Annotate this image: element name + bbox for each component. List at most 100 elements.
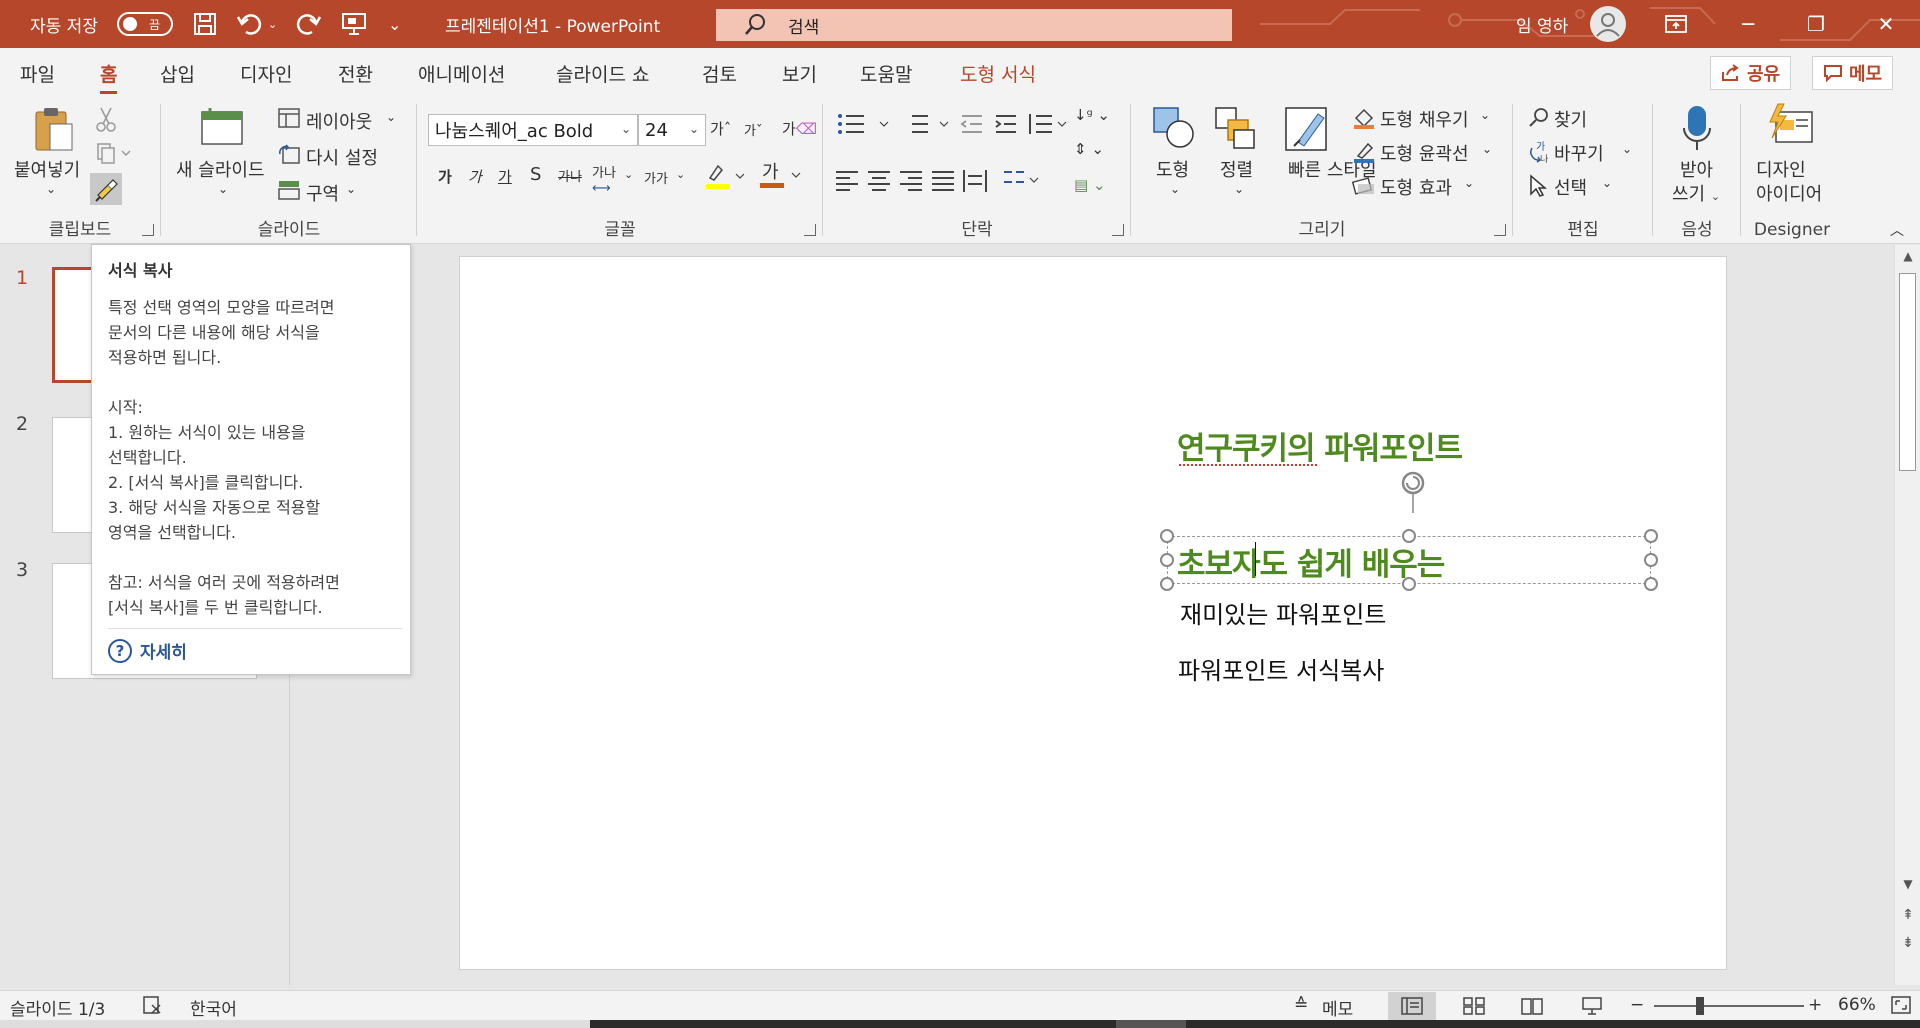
- normal-view-icon[interactable]: [1388, 992, 1436, 1020]
- shape-fill-dropdown-icon[interactable]: ⌄: [1480, 108, 1490, 122]
- drawing-launcher-icon[interactable]: [1494, 224, 1506, 236]
- ribbon-display-options-icon[interactable]: [1642, 0, 1710, 48]
- redo-icon[interactable]: [296, 0, 322, 48]
- previous-slide-icon[interactable]: ⇞: [1895, 907, 1920, 923]
- tab-transitions[interactable]: 전환: [338, 60, 373, 88]
- next-slide-icon[interactable]: ⇟: [1895, 935, 1920, 951]
- replace-label[interactable]: 바꾸기: [1554, 140, 1604, 166]
- arrange-icon[interactable]: [1214, 106, 1258, 154]
- presentation-icon[interactable]: [340, 0, 368, 48]
- new-slide-label[interactable]: 새 슬라이드: [176, 156, 265, 182]
- user-name[interactable]: 임 영하: [1516, 0, 1568, 48]
- dictate-label-1[interactable]: 받아: [1680, 156, 1713, 182]
- arrange-dropdown-icon[interactable]: ⌄: [1234, 182, 1244, 196]
- resize-handle[interactable]: [1160, 577, 1174, 591]
- slideshow-view-icon[interactable]: [1568, 992, 1616, 1020]
- avatar[interactable]: [1590, 0, 1626, 48]
- find-label[interactable]: 찾기: [1554, 106, 1587, 132]
- select-dropdown-icon[interactable]: ⌄: [1602, 176, 1612, 190]
- replace-icon[interactable]: 가나: [1528, 140, 1552, 168]
- accessibility-icon[interactable]: [142, 995, 164, 1020]
- minimize-icon[interactable]: ─: [1714, 0, 1782, 48]
- vertical-scrollbar[interactable]: ▲ ▼ ⇞ ⇟: [1894, 245, 1920, 985]
- zoom-in-icon[interactable]: +: [1808, 995, 1822, 1015]
- font-color-icon[interactable]: 가: [758, 160, 802, 194]
- paste-dropdown-icon[interactable]: ⌄: [46, 182, 56, 196]
- paste-label[interactable]: 붙여넣기: [14, 156, 80, 182]
- select-icon[interactable]: [1528, 174, 1548, 202]
- font-launcher-icon[interactable]: [804, 224, 816, 236]
- tab-home[interactable]: 홈: [100, 60, 118, 94]
- tab-animations[interactable]: 애니메이션: [418, 60, 505, 88]
- reset-icon[interactable]: [278, 144, 300, 168]
- paragraph-launcher-icon[interactable]: [1112, 224, 1124, 236]
- cut-icon[interactable]: [96, 106, 116, 136]
- zoom-slider-track[interactable]: [1654, 1005, 1804, 1007]
- format-painter-icon[interactable]: [90, 173, 122, 205]
- layout-label[interactable]: 레이아웃: [306, 108, 372, 134]
- slide-canvas[interactable]: 연구쿠키의 파워포인트 초보자도 쉽게 배우는 재미있는 파워포인트 파워포인트…: [459, 256, 1727, 970]
- reset-label[interactable]: 다시 설정: [306, 144, 378, 170]
- slide-body-line-1[interactable]: 재미있는 파워포인트: [1180, 595, 1386, 630]
- new-slide-dropdown-icon[interactable]: ⌄: [218, 182, 228, 196]
- smartart-icon[interactable]: ▤ ⌄: [1074, 176, 1106, 194]
- char-spacing-icon[interactable]: 가나 ⟷: [592, 162, 616, 196]
- dictate-icon[interactable]: [1682, 104, 1712, 156]
- select-label[interactable]: 선택: [1554, 174, 1587, 200]
- arrange-label[interactable]: 정렬: [1220, 156, 1253, 182]
- shape-outline-label[interactable]: 도형 윤곽선: [1380, 140, 1469, 166]
- font-name-combo[interactable]: 나눔스퀘어_ac Bold ⌄: [428, 114, 638, 146]
- close-icon[interactable]: ✕: [1852, 0, 1920, 48]
- customize-toolbar-icon[interactable]: ⌄: [388, 0, 401, 48]
- shape-outline-icon[interactable]: [1352, 140, 1376, 168]
- section-label[interactable]: 구역: [306, 180, 339, 206]
- tab-shape-format[interactable]: 도형 서식: [960, 60, 1036, 88]
- shape-fill-label[interactable]: 도형 채우기: [1380, 106, 1469, 132]
- clipboard-launcher-icon[interactable]: [142, 224, 154, 236]
- highlight-color-icon[interactable]: [704, 162, 745, 194]
- shapes-icon[interactable]: [1152, 106, 1196, 154]
- scroll-up-icon[interactable]: ▲: [1895, 249, 1920, 263]
- resize-handle[interactable]: [1644, 529, 1658, 543]
- paste-icon[interactable]: [32, 106, 74, 158]
- shadow-icon[interactable]: S: [530, 164, 541, 185]
- slide-subtitle-text[interactable]: 초보자도 쉽게 배우는: [1177, 539, 1445, 584]
- scroll-thumb[interactable]: [1899, 273, 1916, 471]
- tab-slideshow[interactable]: 슬라이드 쇼: [556, 60, 649, 88]
- shape-fill-icon[interactable]: [1352, 106, 1376, 134]
- search-box[interactable]: 검색: [716, 9, 1232, 41]
- language-indicator[interactable]: 한국어: [190, 995, 237, 1020]
- shapes-label[interactable]: 도형: [1156, 156, 1189, 182]
- slide-body-line-2[interactable]: 파워포인트 서식복사: [1178, 651, 1384, 686]
- tab-file[interactable]: 파일: [20, 60, 55, 88]
- tab-design[interactable]: 디자인: [240, 60, 292, 88]
- underline-icon[interactable]: 가: [498, 166, 512, 187]
- tab-help[interactable]: 도움말: [860, 60, 912, 88]
- tab-insert[interactable]: 삽입: [160, 60, 195, 88]
- section-dropdown-icon[interactable]: ⌄: [346, 182, 356, 196]
- replace-dropdown-icon[interactable]: ⌄: [1622, 142, 1632, 156]
- collapse-ribbon-icon[interactable]: ︿: [1890, 220, 1904, 240]
- bold-icon[interactable]: 가: [438, 166, 452, 187]
- tooltip-more-link[interactable]: ? 자세히: [108, 638, 187, 663]
- notes-icon[interactable]: ≙: [1294, 995, 1308, 1015]
- section-icon[interactable]: [278, 180, 300, 204]
- decrease-font-icon[interactable]: 가ˇ: [744, 120, 762, 139]
- save-icon[interactable]: [192, 0, 218, 48]
- notes-button[interactable]: 메모: [1322, 995, 1353, 1020]
- layout-dropdown-icon[interactable]: ⌄: [386, 110, 396, 124]
- resize-handle[interactable]: [1160, 529, 1174, 543]
- share-button[interactable]: 공유: [1710, 56, 1792, 90]
- new-slide-icon[interactable]: [200, 106, 246, 150]
- undo-icon[interactable]: ⌄: [236, 0, 277, 48]
- comments-button[interactable]: 메모: [1812, 56, 1894, 90]
- tab-view[interactable]: 보기: [782, 60, 817, 88]
- design-ideas-label-1[interactable]: 디자인: [1756, 156, 1806, 182]
- dictate-label-2[interactable]: 쓰기 ⌄: [1672, 180, 1720, 206]
- font-size-combo[interactable]: 24 ⌄: [638, 114, 706, 146]
- zoom-out-icon[interactable]: −: [1630, 995, 1644, 1015]
- increase-font-icon[interactable]: 가ˆ: [710, 118, 731, 139]
- autosave-toggle[interactable]: 끔: [117, 12, 173, 36]
- slide-sorter-view-icon[interactable]: [1450, 992, 1498, 1020]
- rotate-handle-icon[interactable]: [1393, 467, 1433, 527]
